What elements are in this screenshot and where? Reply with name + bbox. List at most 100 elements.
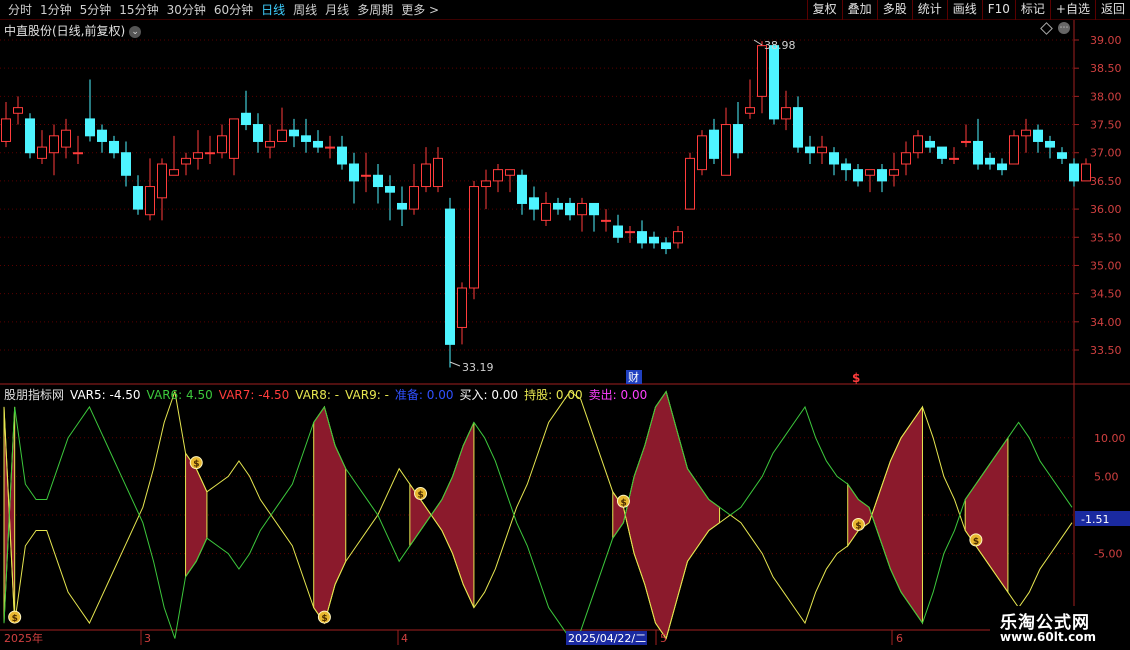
chigu-value: 持股: 0.00 — [524, 388, 583, 402]
candle-down — [121, 152, 131, 176]
candle-up — [721, 124, 731, 176]
candle-down — [1045, 140, 1055, 148]
signal-fill-zone — [612, 390, 721, 640]
price-tick-label: 35.50 — [1090, 231, 1122, 244]
candle-down — [397, 202, 407, 210]
candle-up — [673, 231, 683, 244]
price-tick-label: 37.50 — [1090, 119, 1122, 132]
candle-down — [133, 186, 143, 210]
signal-fill-zone — [847, 405, 923, 625]
var7-value: VAR7: -4.50 — [218, 387, 290, 402]
candle-up — [325, 146, 335, 149]
candle-up — [913, 135, 923, 154]
settings-icon[interactable]: ⋯ — [1058, 22, 1070, 34]
candle-up — [277, 129, 287, 142]
candle-up — [37, 146, 47, 159]
candle-down — [97, 129, 107, 142]
money-bag-symbol: $ — [973, 537, 979, 547]
candle-down — [805, 146, 815, 154]
candle-up — [13, 107, 23, 114]
candle-up — [409, 186, 419, 210]
indicator-title: 股朋指标网 VAR5: -4.50 VAR6: 4.50 VAR7: -4.50… — [4, 386, 647, 403]
dividend-event-icon: $ — [852, 371, 860, 385]
indicator-tick-label: 5.00 — [1094, 470, 1119, 483]
candle-down — [25, 118, 35, 154]
candle-down — [253, 124, 263, 142]
var9-value: VAR9: - — [345, 387, 389, 402]
chevron-down-icon[interactable]: ⌄ — [129, 25, 142, 38]
candle-down — [85, 118, 95, 137]
signal-fill-zone — [185, 451, 208, 579]
candle-up — [433, 157, 443, 188]
date-month-5: 5 — [660, 632, 667, 645]
high-label: 38.98 — [764, 39, 796, 52]
candle-down — [997, 163, 1007, 171]
candle-down — [973, 140, 983, 165]
cursor-date-label: 2025/04/22/二 — [568, 632, 646, 645]
candle-down — [649, 236, 659, 244]
candle-down — [841, 163, 851, 171]
low-pointer — [449, 361, 461, 367]
candle-up — [181, 157, 191, 165]
indicator-name[interactable]: 股朋指标网 — [4, 386, 64, 403]
candle-down — [301, 135, 311, 142]
candle-down — [289, 129, 299, 137]
indicator-tick-label: 10.00 — [1094, 432, 1126, 445]
money-bag-symbol: $ — [193, 460, 199, 470]
price-tick-label: 34.50 — [1090, 288, 1122, 301]
date-month-3: 3 — [144, 632, 151, 645]
candle-up — [1021, 129, 1031, 137]
candle-down — [937, 146, 947, 159]
candle-up — [865, 169, 875, 176]
candle-up — [781, 107, 791, 120]
candle-down — [109, 140, 119, 154]
candle-up — [457, 287, 467, 328]
indicator-tick-label: -5.00 — [1094, 548, 1122, 561]
mairu-value: 买入: 0.00 — [459, 388, 519, 402]
maichu-value: 卖出: 0.00 — [588, 388, 648, 402]
candle-down — [1033, 129, 1043, 142]
candle-up — [757, 45, 767, 97]
candle-up — [61, 129, 71, 148]
date-month-6: 6 — [896, 632, 903, 645]
stock-chart[interactable]: 39.00 38.50 38.00 37.50 37.00 36.50 36.00 35.50… — [0, 0, 1130, 650]
candle-up — [901, 152, 911, 165]
signal-fill-zone — [313, 405, 347, 625]
candle-up — [685, 157, 695, 210]
signal-fill-zone — [409, 422, 475, 608]
candle-down — [661, 242, 671, 250]
candle-up — [49, 135, 59, 154]
candle-down — [241, 112, 251, 126]
low-label: 33.19 — [462, 361, 494, 374]
candle-up — [817, 146, 827, 154]
candle-up — [145, 186, 155, 216]
candle-up — [505, 169, 515, 176]
candle-down — [829, 152, 839, 165]
signal-fill-zone — [964, 436, 1009, 594]
money-bag-symbol: $ — [12, 614, 18, 624]
candle-down — [565, 202, 575, 216]
candle-down — [313, 140, 323, 148]
finance-event-icon: 财 — [628, 370, 639, 384]
candle-down — [385, 186, 395, 193]
chart-title[interactable]: 中直股份(日线,前复权) ⌄ — [4, 22, 142, 39]
candle-down — [517, 174, 527, 204]
date-month-4: 4 — [401, 632, 408, 645]
candle-down — [1057, 152, 1067, 159]
candle-up — [193, 152, 203, 159]
candle-up — [601, 219, 611, 222]
candle-down — [589, 202, 599, 216]
candle-up — [961, 140, 971, 143]
candle-down — [709, 129, 719, 159]
candle-up — [169, 169, 179, 176]
candle-up — [541, 202, 551, 221]
candle-up — [361, 174, 371, 177]
price-tick-label: 35.00 — [1090, 259, 1122, 272]
watermark-url: www.60lt.com — [1000, 630, 1097, 644]
money-bag-symbol: $ — [321, 614, 327, 624]
candle-down — [529, 197, 539, 210]
candle-up — [625, 231, 635, 234]
candle-up — [205, 152, 215, 155]
candle-down — [853, 169, 863, 182]
price-tick-label: 39.00 — [1090, 34, 1122, 47]
